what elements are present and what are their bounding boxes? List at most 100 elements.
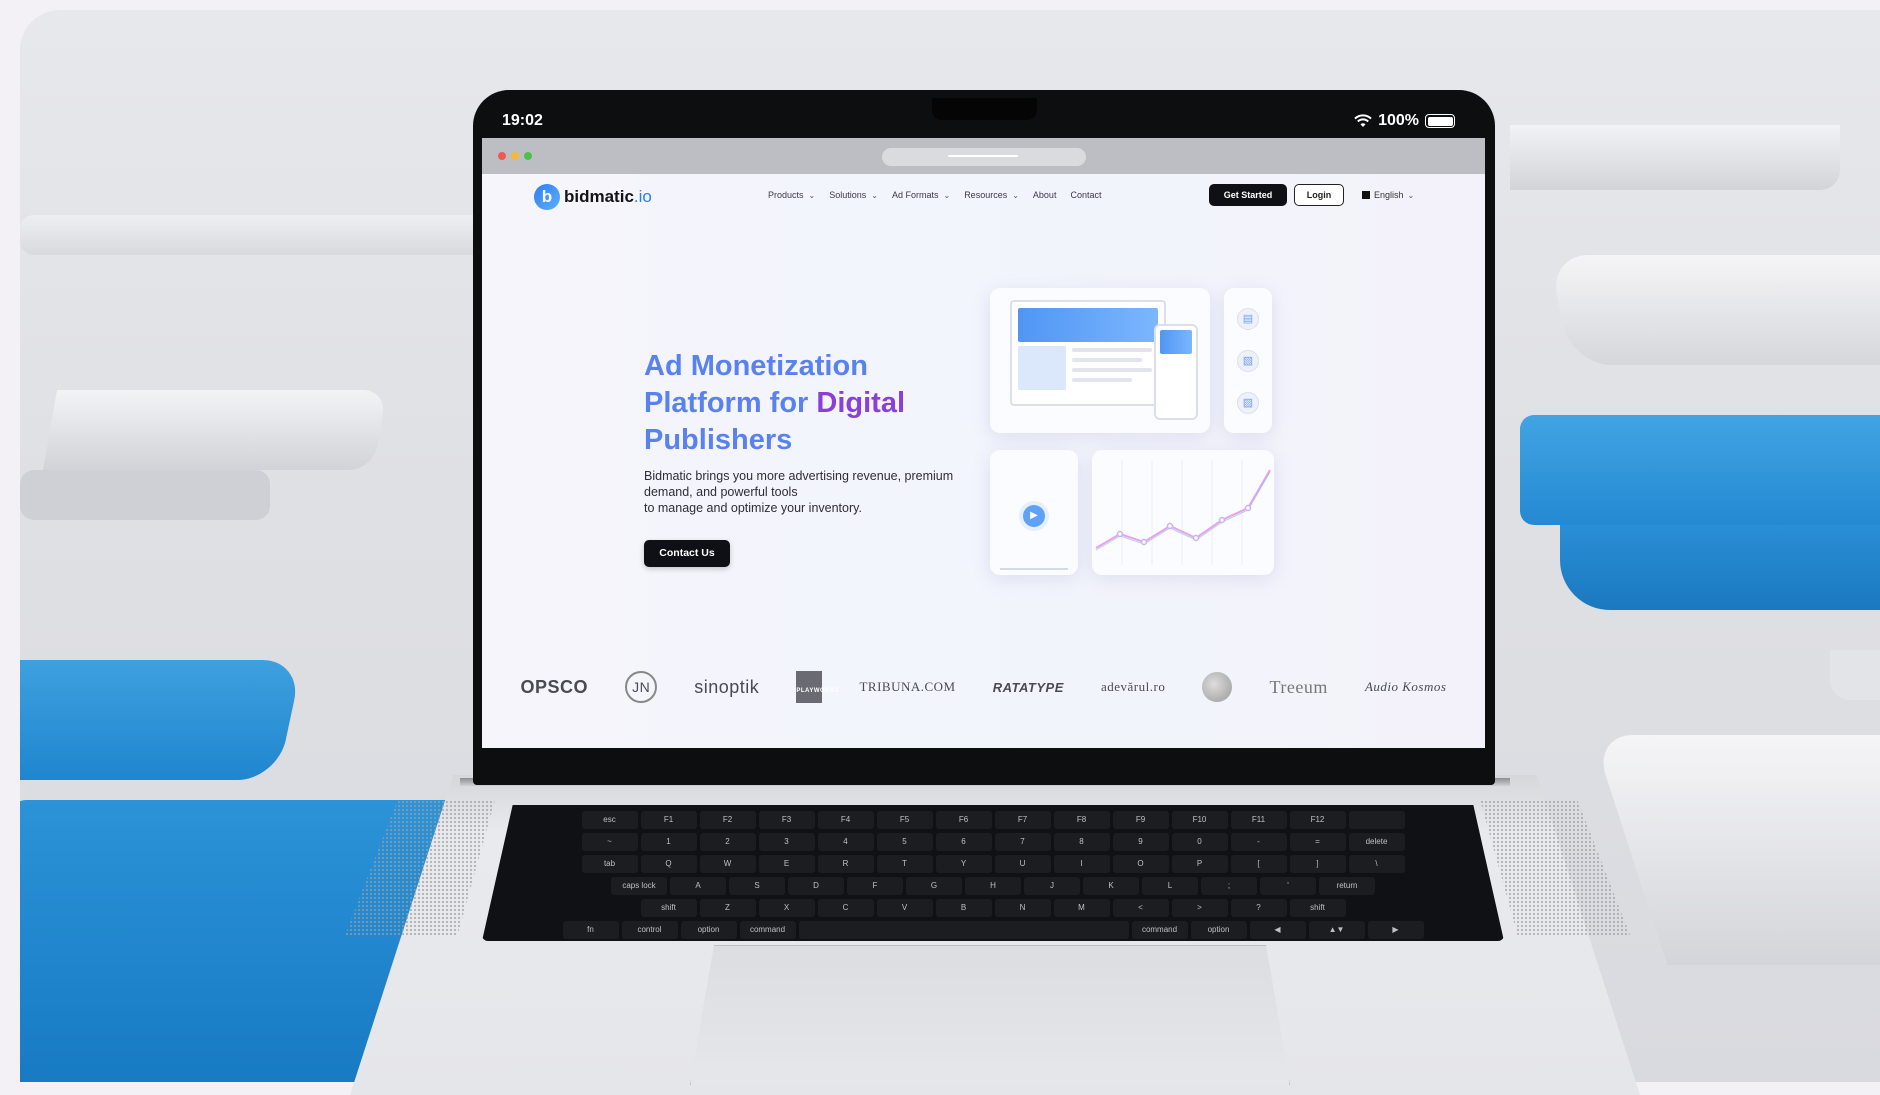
key: A [670, 877, 726, 895]
ad-format-icons: ▤ ▧ ▨ [1224, 288, 1272, 433]
key [798, 921, 1129, 939]
nav-item-ad-formats[interactable]: Ad Formats ⌄ [892, 190, 950, 200]
key: F9 [1112, 811, 1169, 829]
logo-text: bidmatic.io [564, 187, 652, 207]
nav-label: Solutions [829, 190, 867, 200]
text-line [1072, 348, 1152, 352]
partner-logo: sinoptik [694, 676, 760, 697]
battery-icon [1425, 114, 1455, 128]
minimize-window-button[interactable] [511, 152, 519, 160]
key: delete [1348, 833, 1405, 851]
nav-item-resources[interactable]: Resources ⌄ [964, 190, 1019, 200]
key: F10 [1171, 811, 1228, 829]
key: F4 [817, 811, 874, 829]
key: ; [1201, 877, 1257, 895]
chevron-down-icon: ⌄ [808, 190, 816, 200]
trackpad [690, 945, 1290, 1085]
maximize-window-button[interactable] [524, 152, 532, 160]
nav-item-products[interactable]: Products ⌄ [768, 190, 815, 200]
key-row: caps lock A S D F G H J K L; ' return [482, 877, 1504, 895]
close-window-button[interactable] [498, 152, 506, 160]
key: K [1083, 877, 1139, 895]
content-block [1018, 346, 1066, 390]
partner-logo: PLAYWORKS [796, 671, 839, 703]
blue-shelf [1520, 415, 1880, 525]
key: ] [1289, 855, 1346, 873]
language-label: English [1374, 190, 1404, 200]
key: 6 [935, 833, 992, 851]
logo-icon: b [534, 184, 560, 210]
key: 4 [817, 833, 874, 851]
nav-label: Resources [964, 190, 1008, 200]
browser-toolbar [482, 138, 1485, 174]
key: 3 [758, 833, 815, 851]
partner-logo: Audio Kosmos [1364, 679, 1447, 694]
key: Y [935, 855, 992, 873]
key: F12 [1289, 811, 1346, 829]
partner-logos: OPSCO JN sinoptik PLAYWORKS TRIBUNA.COM … [482, 666, 1485, 708]
key: command [1131, 921, 1188, 939]
login-button[interactable]: Login [1294, 184, 1344, 206]
main-nav: Products ⌄ Solutions ⌄ Ad Formats ⌄ Resourc… [768, 190, 1101, 200]
nav-label: Products [768, 190, 804, 200]
key-row: esc F1 F2 F3 F4 F5 F6 F7 F8 F9 F10 F11 F12 [482, 811, 1504, 829]
key: P [1171, 855, 1228, 873]
key: 2 [699, 833, 756, 851]
line-graph-icon [1095, 460, 1271, 565]
nav-item-contact[interactable]: Contact [1070, 190, 1101, 200]
status-icons: 100% [1354, 112, 1455, 130]
key: option [1190, 921, 1247, 939]
logo-tld: .io [633, 187, 652, 206]
key: X [758, 899, 815, 917]
text-line [1072, 368, 1152, 372]
key-row: fn control option command command option ◀ ▲▼ ▶ [482, 921, 1504, 939]
text-line [1072, 358, 1142, 362]
browser-mockup [1010, 300, 1166, 406]
contact-us-button[interactable]: Contact Us [644, 540, 730, 567]
logo-name: bidmatic [564, 187, 634, 206]
key: N [994, 899, 1051, 917]
key: F2 [699, 811, 756, 829]
key: J [1024, 877, 1080, 895]
key: V [876, 899, 933, 917]
language-selector[interactable]: English ⌄ [1362, 190, 1414, 200]
nav-label: Contact [1070, 190, 1102, 200]
partner-logo: JN [625, 671, 658, 703]
key: H [965, 877, 1021, 895]
key: option [680, 921, 737, 939]
phone-mockup [1154, 324, 1198, 420]
key: F5 [876, 811, 933, 829]
key: F8 [1053, 811, 1110, 829]
shelf [20, 470, 270, 520]
laptop-screen: b bidmatic.io Products ⌄ Solutions ⌄ Ad Fo… [482, 138, 1485, 748]
keyboard: esc F1 F2 F3 F4 F5 F6 F7 F8 F9 F10 F11 F12 ~1 2 3 4 5 6 7 8… [482, 805, 1504, 941]
key: F3 [758, 811, 815, 829]
nav-item-solutions[interactable]: Solutions ⌄ [829, 190, 878, 200]
hero-desc-line: Bidmatic brings you more advertising rev… [644, 469, 954, 499]
address-bar[interactable] [882, 148, 1086, 166]
key: 7 [994, 833, 1051, 851]
key: T [876, 855, 933, 873]
key: F7 [994, 811, 1051, 829]
key: F1 [640, 811, 697, 829]
key: caps lock [611, 877, 667, 895]
partner-logo: Treeum [1269, 676, 1328, 697]
hero-title-part: Publishers [644, 424, 793, 456]
key: - [1230, 833, 1287, 851]
nav-item-about[interactable]: About [1033, 190, 1057, 200]
status-bar: 19:02 100% [482, 98, 1485, 138]
key-row: shift Z X C V B N M < >? shift [482, 899, 1504, 917]
blue-shelf [20, 660, 303, 780]
key: command [739, 921, 796, 939]
partner-logo: TRIBUNA.COM [859, 679, 956, 694]
wifi-icon [1354, 114, 1372, 127]
shelf [42, 390, 388, 470]
table-icon: ▤ [1237, 308, 1259, 330]
bidmatic-logo[interactable]: b bidmatic.io [534, 184, 652, 210]
key: 1 [640, 833, 697, 851]
get-started-button[interactable]: Get Started [1209, 184, 1287, 206]
nav-label: About [1032, 190, 1057, 200]
chevron-down-icon: ⌄ [1407, 190, 1415, 200]
key: F [847, 877, 903, 895]
shelf [1548, 255, 1880, 365]
